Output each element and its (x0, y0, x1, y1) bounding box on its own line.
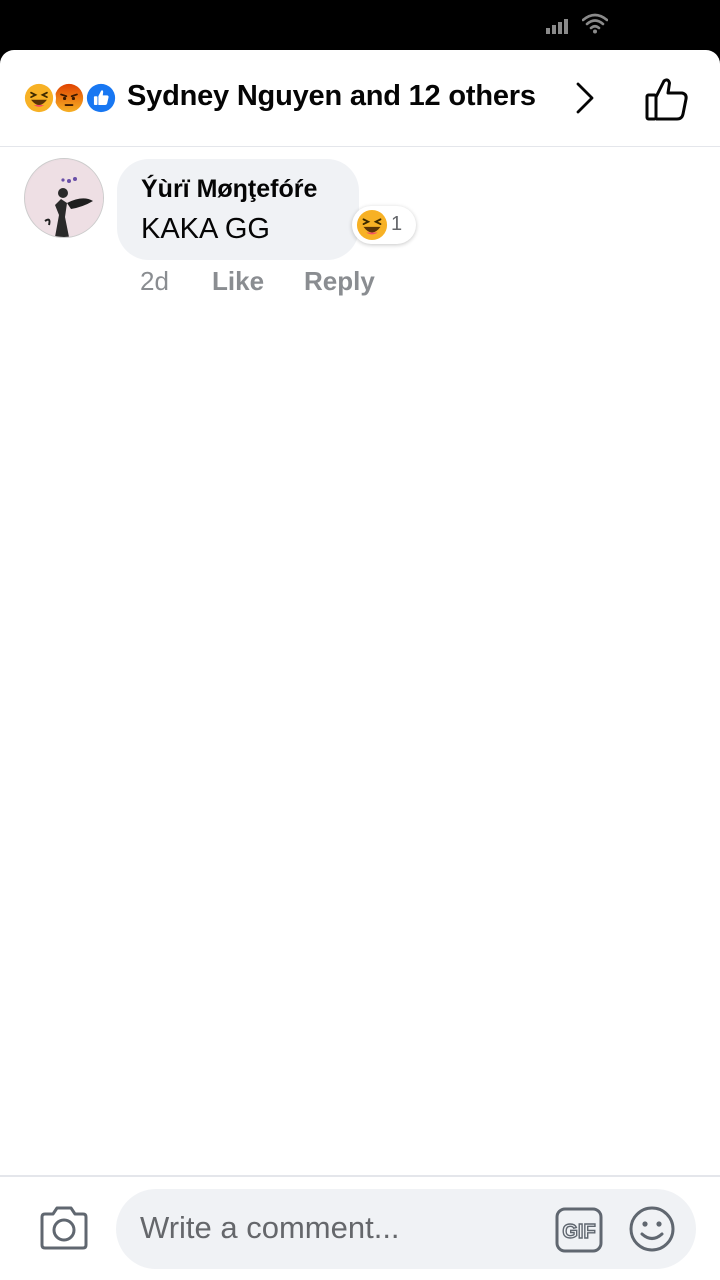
thumbs-up-icon[interactable] (642, 76, 692, 122)
angry-emoji-icon (52, 81, 86, 115)
comment-like-button[interactable]: Like (212, 266, 264, 297)
emoji-icon[interactable] (628, 1205, 676, 1253)
like-reaction-icon (84, 81, 118, 115)
reactors-title[interactable]: Sydney Nguyen and 12 others (127, 80, 536, 113)
cellular-signal-icon (546, 19, 568, 34)
status-bar (0, 0, 720, 50)
camera-icon[interactable] (38, 1205, 90, 1251)
wifi-icon (582, 13, 608, 34)
haha-emoji-icon (356, 209, 388, 241)
reactions-header[interactable]: Sydney Nguyen and 12 others (0, 50, 720, 147)
comment-item: Ýùrï Møŋţefóŕe KAKA GG 1 2d Like Reply (0, 158, 720, 308)
comment-text: KAKA GG (141, 213, 270, 245)
comment-reaction-badge[interactable]: 1 (352, 206, 416, 244)
chevron-right-icon[interactable] (570, 80, 600, 116)
avatar[interactable] (24, 158, 104, 238)
comment-reply-button[interactable]: Reply (304, 266, 375, 297)
reaction-summary[interactable] (22, 81, 122, 115)
gif-icon[interactable]: GIF (554, 1206, 604, 1254)
comments-sheet: Sydney Nguyen and 12 others Ýùrï Møŋţefó… (0, 50, 720, 1280)
comment-composer: Write a comment... GIF (0, 1175, 720, 1280)
comment-input-placeholder: Write a comment... (140, 1210, 400, 1245)
comment-bubble[interactable]: Ýùrï Møŋţefóŕe KAKA GG (117, 159, 359, 260)
comment-input[interactable]: Write a comment... GIF (116, 1189, 696, 1269)
reaction-count: 1 (391, 213, 403, 235)
avatar-image (25, 159, 103, 237)
haha-emoji-icon (22, 81, 56, 115)
comment-author[interactable]: Ýùrï Møŋţefóŕe (141, 175, 317, 204)
comment-timestamp: 2d (140, 266, 169, 296)
svg-text:GIF: GIF (562, 1221, 595, 1243)
